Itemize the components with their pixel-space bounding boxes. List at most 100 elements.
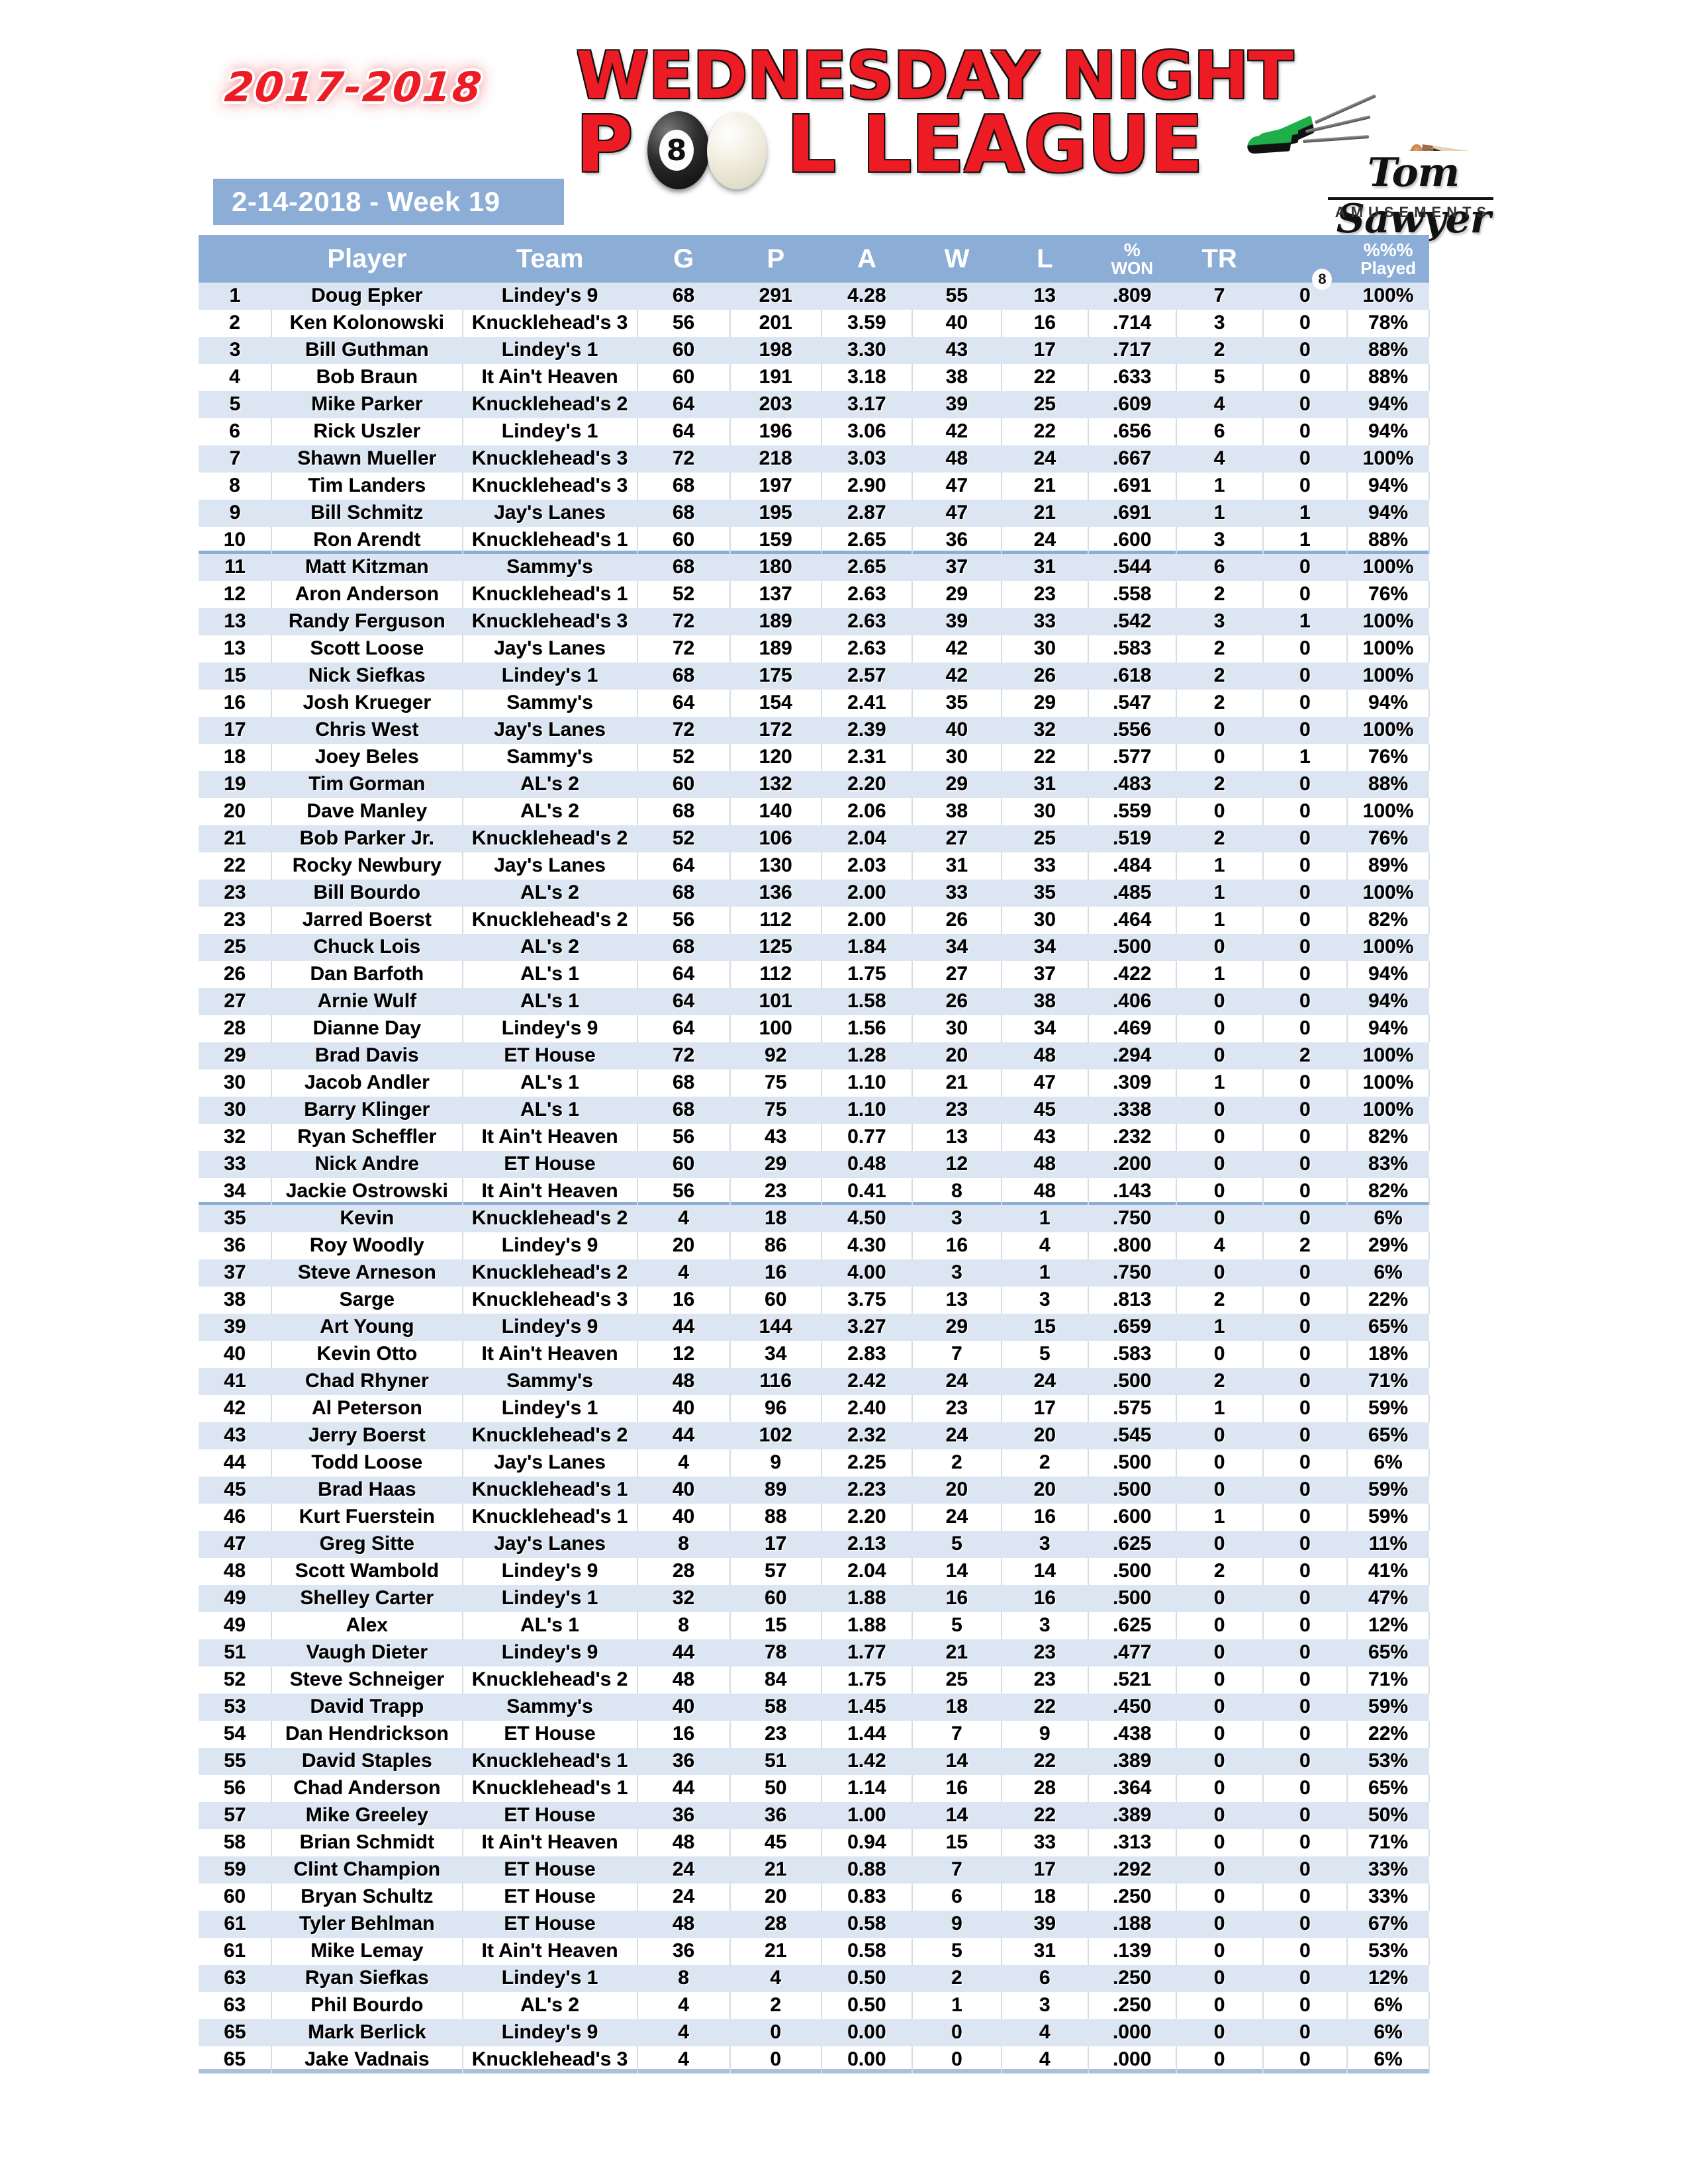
cell-rank: 60 [199, 1884, 272, 1911]
cell-g: 68 [637, 662, 730, 690]
cell-p: 43 [729, 1124, 822, 1151]
cell-a: 0.50 [820, 1992, 913, 2019]
season-label: 2017-2018 [222, 63, 485, 111]
cell-player: Brad Davis [271, 1042, 463, 1069]
table-row: 21 Bob Parker Jr. Knucklehead's 2 52 106 2.04… [199, 825, 1429, 852]
cell-g: 48 [636, 1666, 731, 1694]
cell-p: 2 [729, 1992, 822, 2019]
cell-tr: 0 [1176, 1856, 1263, 1884]
cell-team: Knucklehead's 3 [462, 608, 637, 635]
cell-l: 22 [1000, 364, 1089, 391]
cell-pl: 94% [1347, 391, 1429, 418]
cell-won: .000 [1088, 2019, 1176, 2046]
cell-tr: 0 [1175, 1884, 1264, 1911]
cell-eb: 0 [1262, 1314, 1348, 1341]
cell-p: 18 [729, 1205, 821, 1232]
cell-team: Lindey's 1 [461, 418, 638, 445]
cell-rank: 11 [199, 554, 272, 581]
cell-tr: 1 [1176, 500, 1263, 527]
cell-g: 40 [636, 1504, 731, 1531]
cell-a: 3.75 [820, 1287, 913, 1314]
cell-a: 2.42 [821, 1368, 912, 1395]
cell-eb: 0 [1262, 1829, 1348, 1856]
cell-tr: 0 [1176, 1531, 1263, 1558]
cell-team: Knucklehead's 3 [461, 473, 638, 500]
cell-rank: 47 [199, 1531, 272, 1558]
cell-rank: 65 [199, 2046, 272, 2073]
cell-w: 9 [912, 1911, 1002, 1938]
cell-player: Chad Rhyner [271, 1368, 463, 1395]
cell-w: 23 [912, 1097, 1002, 1124]
table-row: 45 Brad Haas Knucklehead's 1 40 89 2.23 20 20.5… [199, 1477, 1429, 1504]
cell-pl: 100% [1347, 717, 1429, 744]
cell-l: 4 [1000, 2046, 1089, 2073]
cell-rank: 15 [199, 662, 272, 690]
cell-player: Ken Kolonowski [271, 310, 463, 337]
cell-player: Vaugh Dieter [271, 1639, 463, 1666]
cell-rank: 26 [199, 961, 272, 988]
cell-w: 40 [911, 310, 1002, 337]
cell-rank: 42 [199, 1395, 272, 1422]
cell-won: .250 [1088, 1965, 1176, 1992]
cell-a: 1.28 [821, 1042, 912, 1069]
cell-rank: 8 [199, 473, 272, 500]
cell-won: .558 [1087, 581, 1177, 608]
cell-p: 189 [729, 608, 821, 635]
cell-player: Scott Loose [271, 635, 463, 662]
cell-pl: 71% [1347, 1368, 1429, 1395]
cell-a: 2.39 [821, 717, 912, 744]
standings-table-container: Player Team G P A W L % WON TR 8 %%% Pla… [199, 235, 1430, 2073]
cell-a: 3.59 [820, 310, 913, 337]
cell-p: 137 [729, 581, 822, 608]
cell-a: 2.87 [821, 500, 912, 527]
cell-p: 92 [729, 1042, 821, 1069]
cell-won: .364 [1087, 1775, 1177, 1802]
cell-pl: 6% [1347, 1205, 1429, 1232]
tom-sawyer-logo: Tom Sawyer AMUSEMENTS [1244, 38, 1529, 242]
table-row: 13 Randy Ferguson Knucklehead's 3 72 189 2.63… [199, 608, 1429, 635]
cell-eb: 0 [1262, 581, 1348, 608]
cell-team: Lindey's 9 [462, 1314, 637, 1341]
cell-w: 21 [911, 1069, 1002, 1097]
table-row: 37 Steve Arneson Knucklehead's 2 4 16 4.00 3 1.… [199, 1259, 1429, 1287]
cell-won: .717 [1088, 337, 1176, 364]
cell-eb: 0 [1262, 1775, 1348, 1802]
cell-g: 60 [637, 337, 730, 364]
cell-won: .000 [1087, 2046, 1177, 2073]
cell-a: 4.30 [820, 1232, 913, 1259]
cell-l: 48 [1001, 1151, 1088, 1178]
cell-rank: 35 [199, 1205, 272, 1232]
cell-l: 28 [1000, 1775, 1089, 1802]
cell-l: 26 [1001, 662, 1088, 690]
cell-won: .464 [1087, 907, 1177, 934]
cell-p: 120 [729, 744, 822, 771]
cell-tr: 1 [1176, 880, 1263, 907]
cell-rank: 25 [199, 934, 272, 961]
cell-player: Nick Andre [271, 1151, 463, 1178]
cell-player: Matt Kitzman [271, 554, 463, 581]
cell-won: .633 [1087, 364, 1177, 391]
cell-g: 8 [637, 1965, 730, 1992]
cell-pl: 6% [1347, 2019, 1429, 2046]
cell-rank: 30 [199, 1069, 272, 1097]
cell-rank: 20 [199, 798, 272, 825]
cell-rank: 63 [199, 1965, 272, 1992]
cell-team: AL's 2 [462, 934, 637, 961]
cell-player: David Trapp [271, 1694, 463, 1721]
cell-a: 0.41 [820, 1178, 913, 1205]
cell-pl: 50% [1347, 1802, 1429, 1829]
table-row: 48 Scott Wambold Lindey's 9 28 57 2.04 14 14.50… [199, 1558, 1430, 1585]
cell-eb: 0 [1262, 1748, 1348, 1775]
cell-l: 39 [1001, 1911, 1088, 1938]
cell-won: .813 [1087, 1287, 1177, 1314]
cell-pl: 78% [1346, 310, 1430, 337]
cell-l: 37 [1000, 961, 1089, 988]
cell-rank: 40 [199, 1341, 272, 1368]
cell-team: Knucklehead's 2 [462, 1422, 637, 1449]
cell-rank: 54 [199, 1721, 272, 1748]
cell-team: It Ain't Heaven [461, 1341, 638, 1368]
cell-tr: 0 [1176, 717, 1263, 744]
cell-l: 22 [1001, 1748, 1088, 1775]
table-row: 43 Jerry Boerst Knucklehead's 2 44 102 2.32 24… [199, 1422, 1429, 1449]
table-row: 49 Alex AL's 1 8 15 1.88 5 3.625 0 0 12% [199, 1612, 1430, 1639]
